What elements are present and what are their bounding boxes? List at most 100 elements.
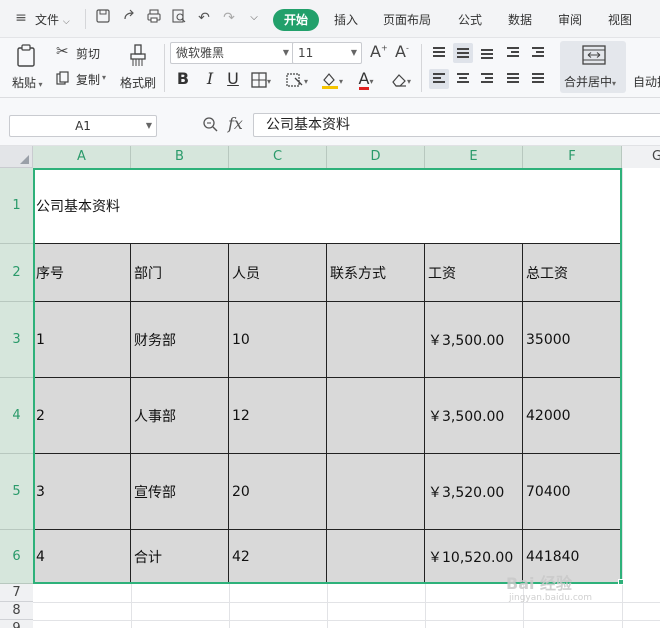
- save-icon[interactable]: [94, 9, 112, 27]
- cell-b4[interactable]: 人事部: [131, 378, 229, 454]
- formula-bar: A1 ▼ fx 公司基本资料: [0, 98, 660, 146]
- tab-formulas[interactable]: 公式: [458, 11, 482, 28]
- cell-a2[interactable]: 序号: [33, 244, 131, 302]
- cell-d3[interactable]: [327, 302, 425, 378]
- row-header-5[interactable]: 5: [0, 454, 33, 530]
- undo-icon[interactable]: ↶: [195, 9, 213, 27]
- font-size-select[interactable]: 11 ▼: [292, 42, 362, 64]
- cell-c5[interactable]: 20: [229, 454, 327, 530]
- chevron-down-icon: ▼: [282, 48, 289, 57]
- fx-icon[interactable]: fx: [228, 114, 243, 133]
- cell-a3[interactable]: 1: [33, 302, 131, 378]
- decrease-font-size-icon[interactable]: A-: [395, 44, 409, 60]
- file-menu[interactable]: 文件 ⌵: [35, 11, 70, 28]
- cell-d4[interactable]: [327, 378, 425, 454]
- cell-f2[interactable]: 总工资: [523, 244, 622, 302]
- align-left-icon[interactable]: [429, 69, 449, 89]
- row-header-6[interactable]: 6: [0, 530, 33, 584]
- redo-icon[interactable]: ↷: [220, 9, 238, 27]
- cell-d2[interactable]: 联系方式: [327, 244, 425, 302]
- tab-page-layout[interactable]: 页面布局: [383, 11, 431, 28]
- row-header-3[interactable]: 3: [0, 302, 33, 378]
- column-header-c[interactable]: C: [229, 146, 327, 168]
- column-header-f[interactable]: F: [523, 146, 622, 168]
- cell-c2[interactable]: 人员: [229, 244, 327, 302]
- cell-f3[interactable]: 35000: [523, 302, 622, 378]
- cell-f4[interactable]: 42000: [523, 378, 622, 454]
- italic-icon[interactable]: I: [201, 68, 219, 90]
- chevron-down-icon[interactable]: ⌵: [245, 9, 263, 27]
- auto-wrap-button[interactable]: 自动换: [632, 41, 660, 93]
- tab-home[interactable]: 开始: [273, 9, 319, 31]
- row-header-8[interactable]: 8: [0, 602, 33, 620]
- cut-button[interactable]: ✂ 剪切: [56, 44, 104, 62]
- name-box[interactable]: A1 ▼: [9, 115, 157, 137]
- copy-button[interactable]: 复制 ▾: [56, 70, 112, 88]
- column-header-g[interactable]: G: [622, 146, 660, 168]
- align-top-icon[interactable]: [429, 43, 449, 63]
- row-header-2[interactable]: 2: [0, 244, 33, 302]
- fill-color-icon[interactable]: ▾: [317, 68, 347, 90]
- tab-review[interactable]: 审阅: [558, 11, 582, 28]
- column-header-e[interactable]: E: [425, 146, 523, 168]
- bold-icon[interactable]: B: [174, 68, 192, 90]
- cell-f5[interactable]: 70400: [523, 454, 622, 530]
- justify-icon[interactable]: [503, 69, 523, 89]
- format-painter-button[interactable]: 格式刷: [118, 42, 158, 94]
- cell-a5[interactable]: 3: [33, 454, 131, 530]
- paste-label: 粘贴: [12, 76, 37, 90]
- align-bottom-icon[interactable]: [477, 43, 497, 63]
- column-header-d[interactable]: D: [327, 146, 425, 168]
- align-right-icon[interactable]: [477, 69, 497, 89]
- cell-b5[interactable]: 宣传部: [131, 454, 229, 530]
- cell-a1-title[interactable]: 公司基本资料: [33, 168, 622, 244]
- font-color-icon[interactable]: A▾: [352, 68, 380, 90]
- clear-format-icon[interactable]: ▾: [386, 68, 416, 90]
- border-icon[interactable]: ▾: [248, 68, 274, 90]
- row-header-7[interactable]: 7: [0, 584, 33, 602]
- tab-insert[interactable]: 插入: [334, 11, 358, 28]
- select-all-corner[interactable]: [0, 146, 33, 168]
- distributed-align-icon[interactable]: [528, 69, 548, 89]
- row-header-1[interactable]: 1: [0, 168, 33, 244]
- decrease-indent-icon[interactable]: [503, 43, 523, 63]
- cell-b2[interactable]: 部门: [131, 244, 229, 302]
- column-header-a[interactable]: A: [33, 146, 131, 168]
- divider: [85, 9, 86, 29]
- underline-icon[interactable]: U: [224, 68, 242, 90]
- font-name-select[interactable]: 微软雅黑 ▼: [170, 42, 294, 64]
- print-icon[interactable]: [145, 9, 163, 27]
- merge-center-button[interactable]: 合并居中▾: [560, 41, 626, 93]
- row-header-9[interactable]: 9: [0, 620, 33, 628]
- zoom-search-icon[interactable]: [202, 116, 218, 136]
- increase-indent-icon[interactable]: [528, 43, 548, 63]
- cell-b3[interactable]: 财务部: [131, 302, 229, 378]
- cell-e2[interactable]: 工资: [425, 244, 523, 302]
- fill-handle[interactable]: [618, 579, 624, 585]
- print-preview-icon[interactable]: [170, 9, 188, 27]
- cell-e3[interactable]: ￥3,500.00: [425, 302, 523, 378]
- cell-c4[interactable]: 12: [229, 378, 327, 454]
- cell-b6[interactable]: 合计: [131, 530, 229, 584]
- cell-a6[interactable]: 4: [33, 530, 131, 584]
- cell-style-icon[interactable]: ▾: [282, 68, 312, 90]
- formula-input[interactable]: 公司基本资料: [253, 113, 660, 137]
- increase-font-size-icon[interactable]: A+: [370, 44, 388, 60]
- spreadsheet-grid: A B C D E F G 1 2 3 4 5 6 7 8 9 公司基本资料 序…: [0, 146, 660, 628]
- cell-a4[interactable]: 2: [33, 378, 131, 454]
- cell-d6[interactable]: [327, 530, 425, 584]
- align-middle-icon[interactable]: [453, 43, 473, 63]
- cell-c3[interactable]: 10: [229, 302, 327, 378]
- cell-e4[interactable]: ￥3,500.00: [425, 378, 523, 454]
- tab-view[interactable]: 视图: [608, 11, 632, 28]
- align-center-icon[interactable]: [453, 69, 473, 89]
- row-header-4[interactable]: 4: [0, 378, 33, 454]
- cell-d5[interactable]: [327, 454, 425, 530]
- cell-e5[interactable]: ￥3,520.00: [425, 454, 523, 530]
- column-header-b[interactable]: B: [131, 146, 229, 168]
- cell-c6[interactable]: 42: [229, 530, 327, 584]
- hamburger-menu-icon[interactable]: ≡: [12, 9, 30, 27]
- tab-data[interactable]: 数据: [508, 11, 532, 28]
- paste-button[interactable]: 粘贴 ▾: [10, 42, 46, 94]
- share-icon[interactable]: [120, 9, 138, 27]
